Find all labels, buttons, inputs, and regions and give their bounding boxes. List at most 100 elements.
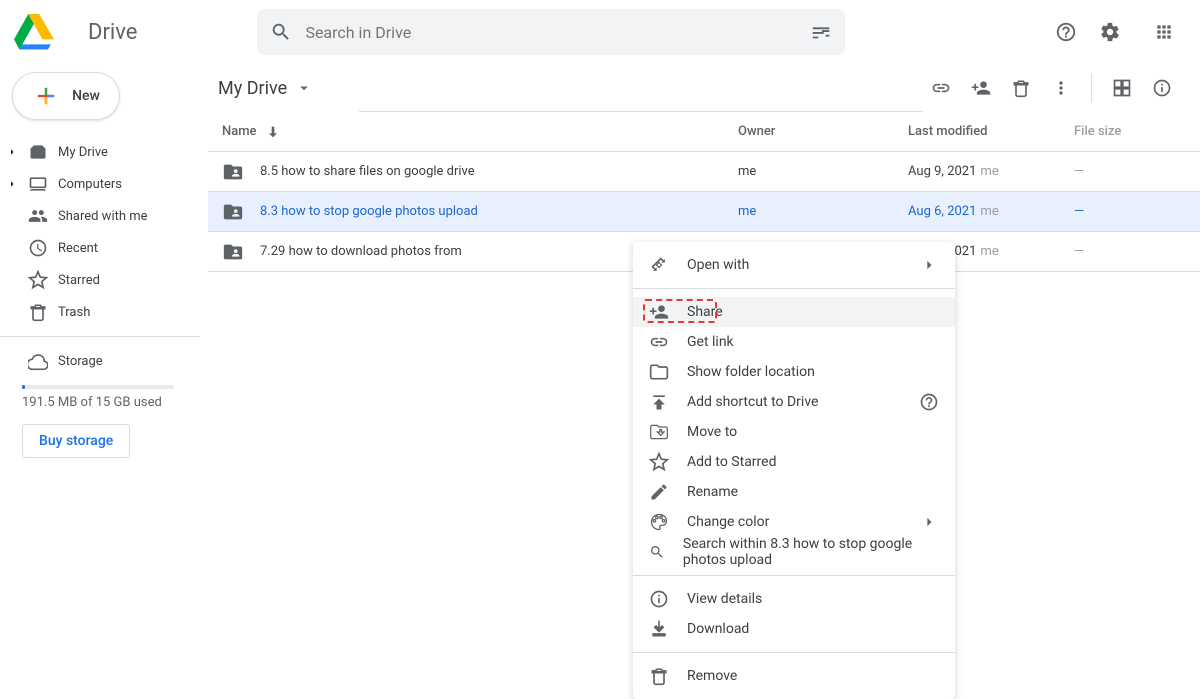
ctx-change-color[interactable]: Change color [633, 507, 955, 537]
ctx-label: Search within 8.3 how to stop google pho… [683, 536, 939, 568]
ctx-download[interactable]: Download [633, 614, 955, 644]
file-modified-by: me [980, 164, 998, 179]
ctx-label: Add to Starred [687, 454, 776, 470]
ctx-label: Open with [687, 257, 749, 273]
layout-grid-icon[interactable] [1104, 70, 1140, 106]
sidebar: New My Drive Computers Shared with me Re… [0, 64, 208, 580]
file-name: 8.3 how to stop google photos upload [260, 204, 478, 219]
ctx-separator [633, 288, 955, 289]
sidebar-item-storage[interactable]: Storage [0, 345, 208, 377]
ctx-add-shortcut[interactable]: Add shortcut to Drive [633, 387, 955, 417]
new-button[interactable]: New [12, 72, 120, 120]
delete-icon[interactable] [1003, 70, 1039, 106]
apps-icon[interactable] [1144, 12, 1184, 52]
chevron-right-icon [919, 255, 939, 275]
col-size-header[interactable]: File size [1074, 124, 1180, 139]
folder-shared-icon [222, 241, 244, 263]
star-icon [649, 452, 669, 472]
table-row[interactable]: 8.3 how to stop google photos upload me … [208, 192, 1200, 232]
ctx-label: Get link [687, 334, 734, 350]
drive-icon [28, 142, 48, 162]
file-modified: Aug 9, 2021 [908, 164, 976, 179]
search-input[interactable] [305, 23, 797, 42]
ctx-view-details[interactable]: View details [633, 584, 955, 614]
ctx-add-starred[interactable]: Add to Starred [633, 447, 955, 477]
ctx-show-folder[interactable]: Show folder location [633, 357, 955, 387]
ctx-label: View details [687, 591, 762, 607]
ctx-get-link[interactable]: Get link [633, 327, 955, 357]
get-link-icon[interactable] [923, 70, 959, 106]
ctx-share[interactable]: Share [633, 297, 955, 327]
col-modified-header[interactable]: Last modified [908, 124, 1074, 139]
storage-bar [22, 385, 174, 389]
file-size: — [1074, 164, 1084, 179]
file-modified-by: me [980, 244, 998, 259]
table-row[interactable]: 8.5 how to share files on google drive m… [208, 152, 1200, 192]
breadcrumb[interactable]: My Drive [208, 74, 323, 103]
computer-icon [28, 174, 48, 194]
sort-arrow-down-icon [265, 124, 281, 140]
sidebar-item-label: Shared with me [58, 209, 148, 224]
settings-icon[interactable] [1090, 12, 1130, 52]
file-size: — [1074, 204, 1084, 219]
table-header: Name Owner Last modified File size [208, 112, 1200, 152]
main-pane: My Drive Name Owner Last modified File s [208, 64, 1200, 580]
sidebar-item-label: My Drive [58, 145, 108, 160]
buy-storage-button[interactable]: Buy storage [22, 424, 130, 458]
drive-logo[interactable] [12, 10, 88, 54]
sidebar-item-label: Recent [58, 241, 98, 256]
ctx-label: Rename [687, 484, 738, 500]
divider [1091, 74, 1092, 102]
ctx-label: Show folder location [687, 364, 815, 380]
ctx-rename[interactable]: Rename [633, 477, 955, 507]
chevron-right-icon [919, 512, 939, 532]
col-owner-header[interactable]: Owner [738, 124, 908, 139]
sidebar-separator [0, 336, 200, 337]
ctx-label: Download [687, 621, 749, 637]
more-icon[interactable] [1043, 70, 1079, 106]
sidebar-item-mydrive[interactable]: My Drive [0, 136, 208, 168]
sidebar-item-shared[interactable]: Shared with me [0, 200, 208, 232]
search-options-icon[interactable] [809, 20, 833, 44]
help-icon[interactable] [1046, 12, 1086, 52]
sidebar-item-recent[interactable]: Recent [0, 232, 208, 264]
ctx-search-within[interactable]: Search within 8.3 how to stop google pho… [633, 537, 955, 567]
file-modified: Aug 6, 2021 [908, 204, 976, 219]
breadcrumb-label: My Drive [218, 78, 287, 99]
people-icon [28, 206, 48, 226]
ctx-open-with[interactable]: Open with [633, 250, 955, 280]
sidebar-item-trash[interactable]: Trash [0, 296, 208, 328]
sidebar-item-starred[interactable]: Starred [0, 264, 208, 296]
shortcut-icon [649, 392, 669, 412]
sidebar-item-computers[interactable]: Computers [0, 168, 208, 200]
open-with-icon [649, 255, 669, 275]
ctx-label: Share [687, 304, 723, 320]
folder-shared-icon [222, 201, 244, 223]
file-owner: me [738, 204, 756, 219]
info-icon[interactable] [1144, 70, 1180, 106]
selection-actions [923, 70, 1180, 106]
help-icon[interactable] [919, 392, 939, 412]
sidebar-item-label: Starred [58, 273, 100, 288]
share-icon[interactable] [963, 70, 999, 106]
col-name-header[interactable]: Name [208, 124, 738, 140]
file-name: 8.5 how to share files on google drive [260, 164, 475, 179]
search-bar[interactable] [257, 9, 845, 55]
info-icon [649, 589, 669, 609]
file-owner: me [738, 164, 756, 179]
sidebar-item-label: Computers [58, 177, 122, 192]
file-size: — [1074, 244, 1084, 259]
trash-icon [649, 666, 669, 686]
search-icon[interactable] [269, 20, 293, 44]
ctx-label: Change color [687, 514, 769, 530]
cloud-icon [28, 351, 48, 371]
download-icon [649, 619, 669, 639]
ctx-separator [633, 575, 955, 576]
new-button-label: New [72, 88, 100, 104]
app-name: Drive [88, 20, 137, 45]
ctx-remove[interactable]: Remove [633, 661, 955, 691]
plus-icon [32, 82, 60, 110]
ctx-move-to[interactable]: Move to [633, 417, 955, 447]
header-actions [1046, 12, 1184, 52]
ctx-label: Add shortcut to Drive [687, 394, 818, 410]
